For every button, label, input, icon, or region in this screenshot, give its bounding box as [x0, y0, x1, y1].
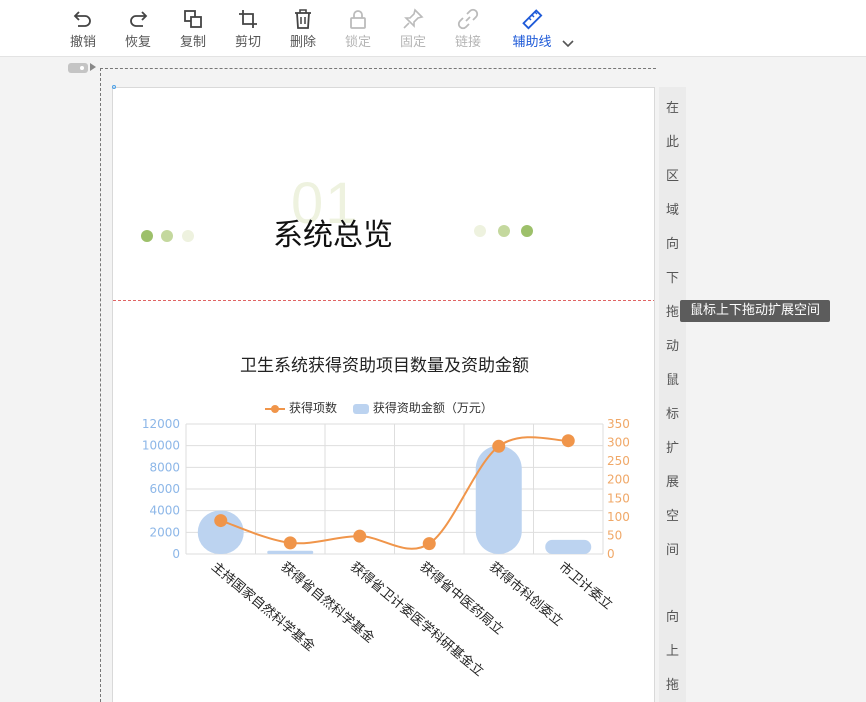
drag-strip-char: 动	[665, 339, 679, 354]
drag-strip-char: 在	[665, 101, 679, 116]
vertical-guide-line[interactable]	[100, 68, 101, 702]
line-point	[353, 529, 367, 543]
drag-strip-char: 鼠	[665, 373, 679, 388]
redo-label: 恢复	[124, 35, 151, 50]
redo-icon	[112, 8, 164, 30]
undo-icon	[57, 8, 109, 30]
drag-strip-char: 域	[665, 203, 679, 218]
pin-icon	[387, 8, 439, 30]
line-point	[492, 439, 506, 453]
drag-strip-char: 展	[665, 475, 679, 490]
y-left-tick-label: 8000	[149, 460, 180, 474]
pin-button[interactable]: 固定	[387, 6, 439, 52]
y-right-tick-label: 350	[607, 417, 630, 431]
drag-strip-char: 标	[665, 407, 679, 422]
document-page: 01 系统总览 卫生系统获得资助项目数量及资助金额 获得项数 获得资助金额（万元…	[112, 87, 655, 702]
line-point	[422, 537, 436, 551]
drag-strip-char: 拖	[665, 678, 679, 693]
y-right-tick-label: 50	[607, 528, 622, 542]
undo-button[interactable]: 撤销	[57, 6, 109, 52]
undo-label: 撤销	[69, 35, 96, 50]
cut-label: 剪切	[234, 35, 261, 50]
y-left-tick-label: 4000	[149, 504, 180, 518]
lock-icon	[332, 8, 384, 30]
trash-icon	[277, 8, 329, 30]
y-left-tick-label: 10000	[142, 439, 180, 453]
copy-label: 复制	[179, 35, 206, 50]
drag-strip-char: 间	[665, 543, 679, 558]
y-left-tick-label: 0	[172, 547, 180, 561]
drag-strip-char: 区	[665, 169, 679, 184]
drag-strip-char: 空	[665, 509, 679, 524]
guides-button[interactable]: 辅助线	[506, 6, 558, 52]
ruler-icon	[506, 8, 558, 30]
pin-label: 固定	[399, 35, 426, 50]
combo-chart: 0 2000 4000 6000 8000 10000 12000 0 50 100 150 200 2…	[142, 417, 630, 680]
cut-button[interactable]: 剪切	[222, 6, 274, 52]
drag-strip-char: 上	[665, 644, 679, 659]
link-button[interactable]: 链接	[442, 6, 494, 52]
guides-label: 辅助线	[512, 35, 552, 50]
link-icon	[442, 8, 494, 30]
line-point	[283, 536, 297, 550]
bar	[267, 550, 314, 554]
drag-strip-char: 此	[665, 135, 679, 150]
redo-button[interactable]: 恢复	[112, 6, 164, 52]
line-point	[214, 514, 228, 528]
crop-icon	[222, 8, 274, 30]
y-right-tick-label: 0	[607, 547, 615, 561]
bar	[475, 445, 522, 554]
drag-strip-char: 下	[665, 271, 679, 286]
delete-label: 删除	[289, 35, 316, 50]
drag-strip-char: 向	[665, 237, 679, 252]
y-left-tick-label: 2000	[149, 525, 180, 539]
line-point	[561, 434, 575, 448]
drag-strip-char: 向	[665, 610, 679, 625]
lock-label: 锁定	[344, 35, 371, 50]
guide-arrow-icon	[90, 63, 96, 71]
bar	[545, 539, 592, 554]
y-right-tick-label: 100	[607, 510, 630, 524]
copy-icon	[167, 8, 219, 30]
lock-button[interactable]: 锁定	[332, 6, 384, 52]
y-right-tick-label: 200	[607, 473, 630, 487]
copy-button[interactable]: 复制	[167, 6, 219, 52]
y-left-tick-label: 6000	[149, 482, 180, 496]
y-left-tick-label: 12000	[142, 417, 180, 431]
guide-tag-icon[interactable]	[68, 63, 88, 73]
x-category-label: 市卫计委立	[556, 559, 616, 613]
toolbar: 撤销 恢复 复制 剪切 删除 锁定 固定 链接 辅助线	[0, 0, 866, 57]
x-category-label: 获得省卫计委医学科研基金立	[347, 559, 487, 680]
y-right-tick-label: 250	[607, 454, 630, 468]
drag-tooltip: 鼠标上下拖动扩展空间	[680, 300, 831, 322]
link-label: 链接	[454, 35, 481, 50]
selection-handle[interactable]	[112, 85, 116, 89]
delete-button[interactable]: 删除	[277, 6, 329, 52]
chevron-down-icon[interactable]	[561, 34, 575, 53]
y-right-tick-label: 150	[607, 491, 630, 505]
drag-strip-char: 扩	[665, 441, 679, 456]
horizontal-guide-line[interactable]	[100, 68, 656, 69]
y-right-tick-label: 300	[607, 436, 630, 450]
